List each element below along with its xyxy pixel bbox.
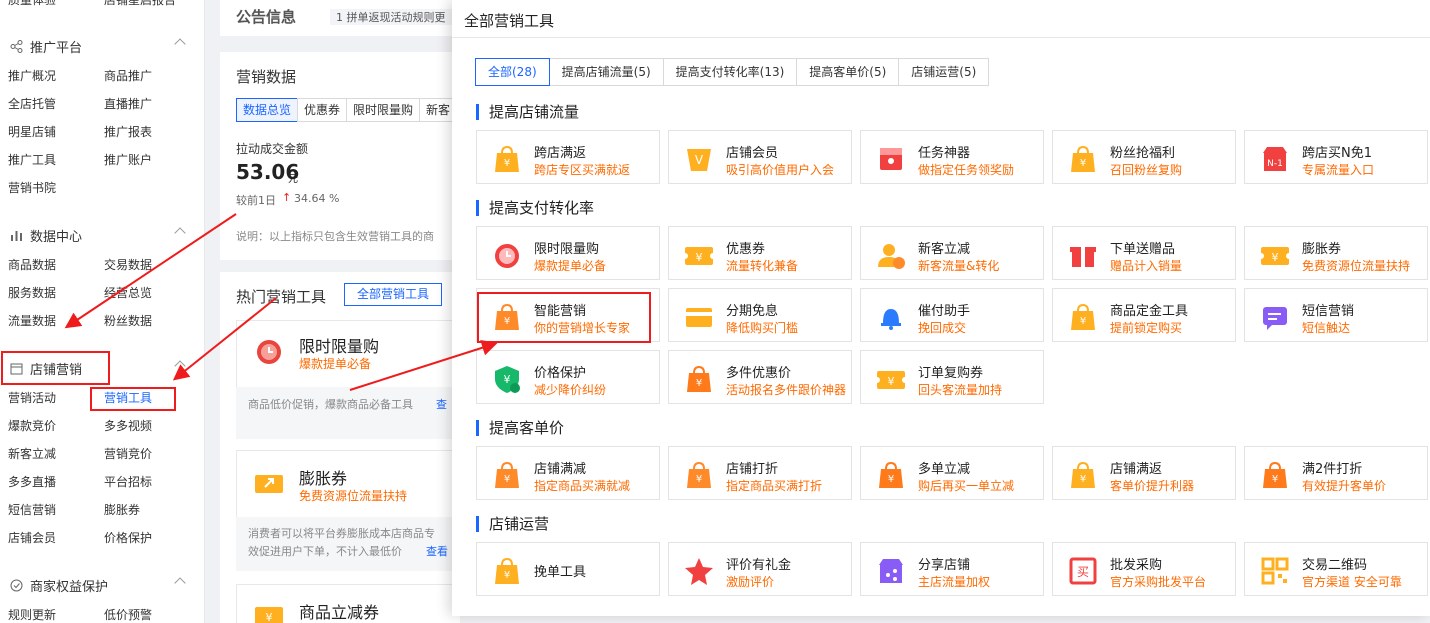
tab-all[interactable]: 全部(28) xyxy=(475,58,550,86)
annotation-arrows xyxy=(64,213,498,391)
